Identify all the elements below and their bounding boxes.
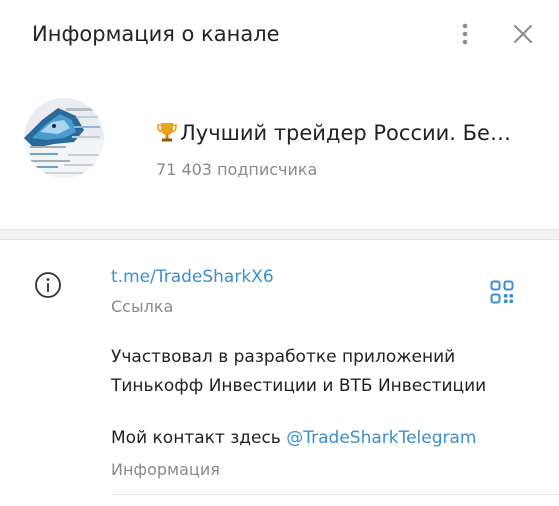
channel-info-section: t.me/TradeSharkX6 Ссылка Участвовал в ра…	[0, 240, 559, 506]
channel-profile: Лучший трейдер России. Бе… 71 403 подпис…	[0, 70, 559, 230]
contact-mention-link[interactable]: @TradeSharkTelegram	[286, 428, 476, 448]
channel-avatar[interactable]	[24, 98, 104, 178]
panel-header: Информация о канале	[0, 0, 559, 70]
link-caption: Ссылка	[111, 297, 174, 316]
panel-title: Информация о канале	[32, 22, 280, 46]
description-line: Участвовал в разработке приложений	[111, 347, 456, 367]
more-vertical-icon	[462, 23, 468, 45]
channel-link[interactable]: t.me/TradeSharkX6	[111, 265, 274, 289]
info-divider	[111, 494, 559, 495]
close-icon	[514, 25, 532, 43]
contact-prefix: Мой контакт здесь	[111, 428, 287, 448]
channel-description: Участвовал в разработке приложений Тиньк…	[111, 343, 531, 401]
more-options-button[interactable]	[447, 16, 483, 52]
contact-line: Мой контакт здесь @TradeSharkTelegram	[111, 426, 477, 450]
trophy-icon	[157, 123, 177, 142]
channel-name: Лучший трейдер России. Бе…	[156, 119, 551, 147]
subscriber-count: 71 403 подписчика	[156, 160, 318, 179]
qr-code-button[interactable]	[487, 277, 517, 307]
info-caption: Информация	[111, 460, 220, 479]
close-button[interactable]	[505, 16, 541, 52]
qr-code-icon	[490, 280, 514, 304]
avatar-image	[24, 98, 104, 178]
description-line: Тинькофф Инвестиции и ВТБ Инвестиции	[111, 376, 487, 396]
channel-name-text: Лучший трейдер России. Бе…	[180, 121, 511, 145]
info-icon	[35, 272, 61, 298]
section-divider	[0, 229, 559, 240]
